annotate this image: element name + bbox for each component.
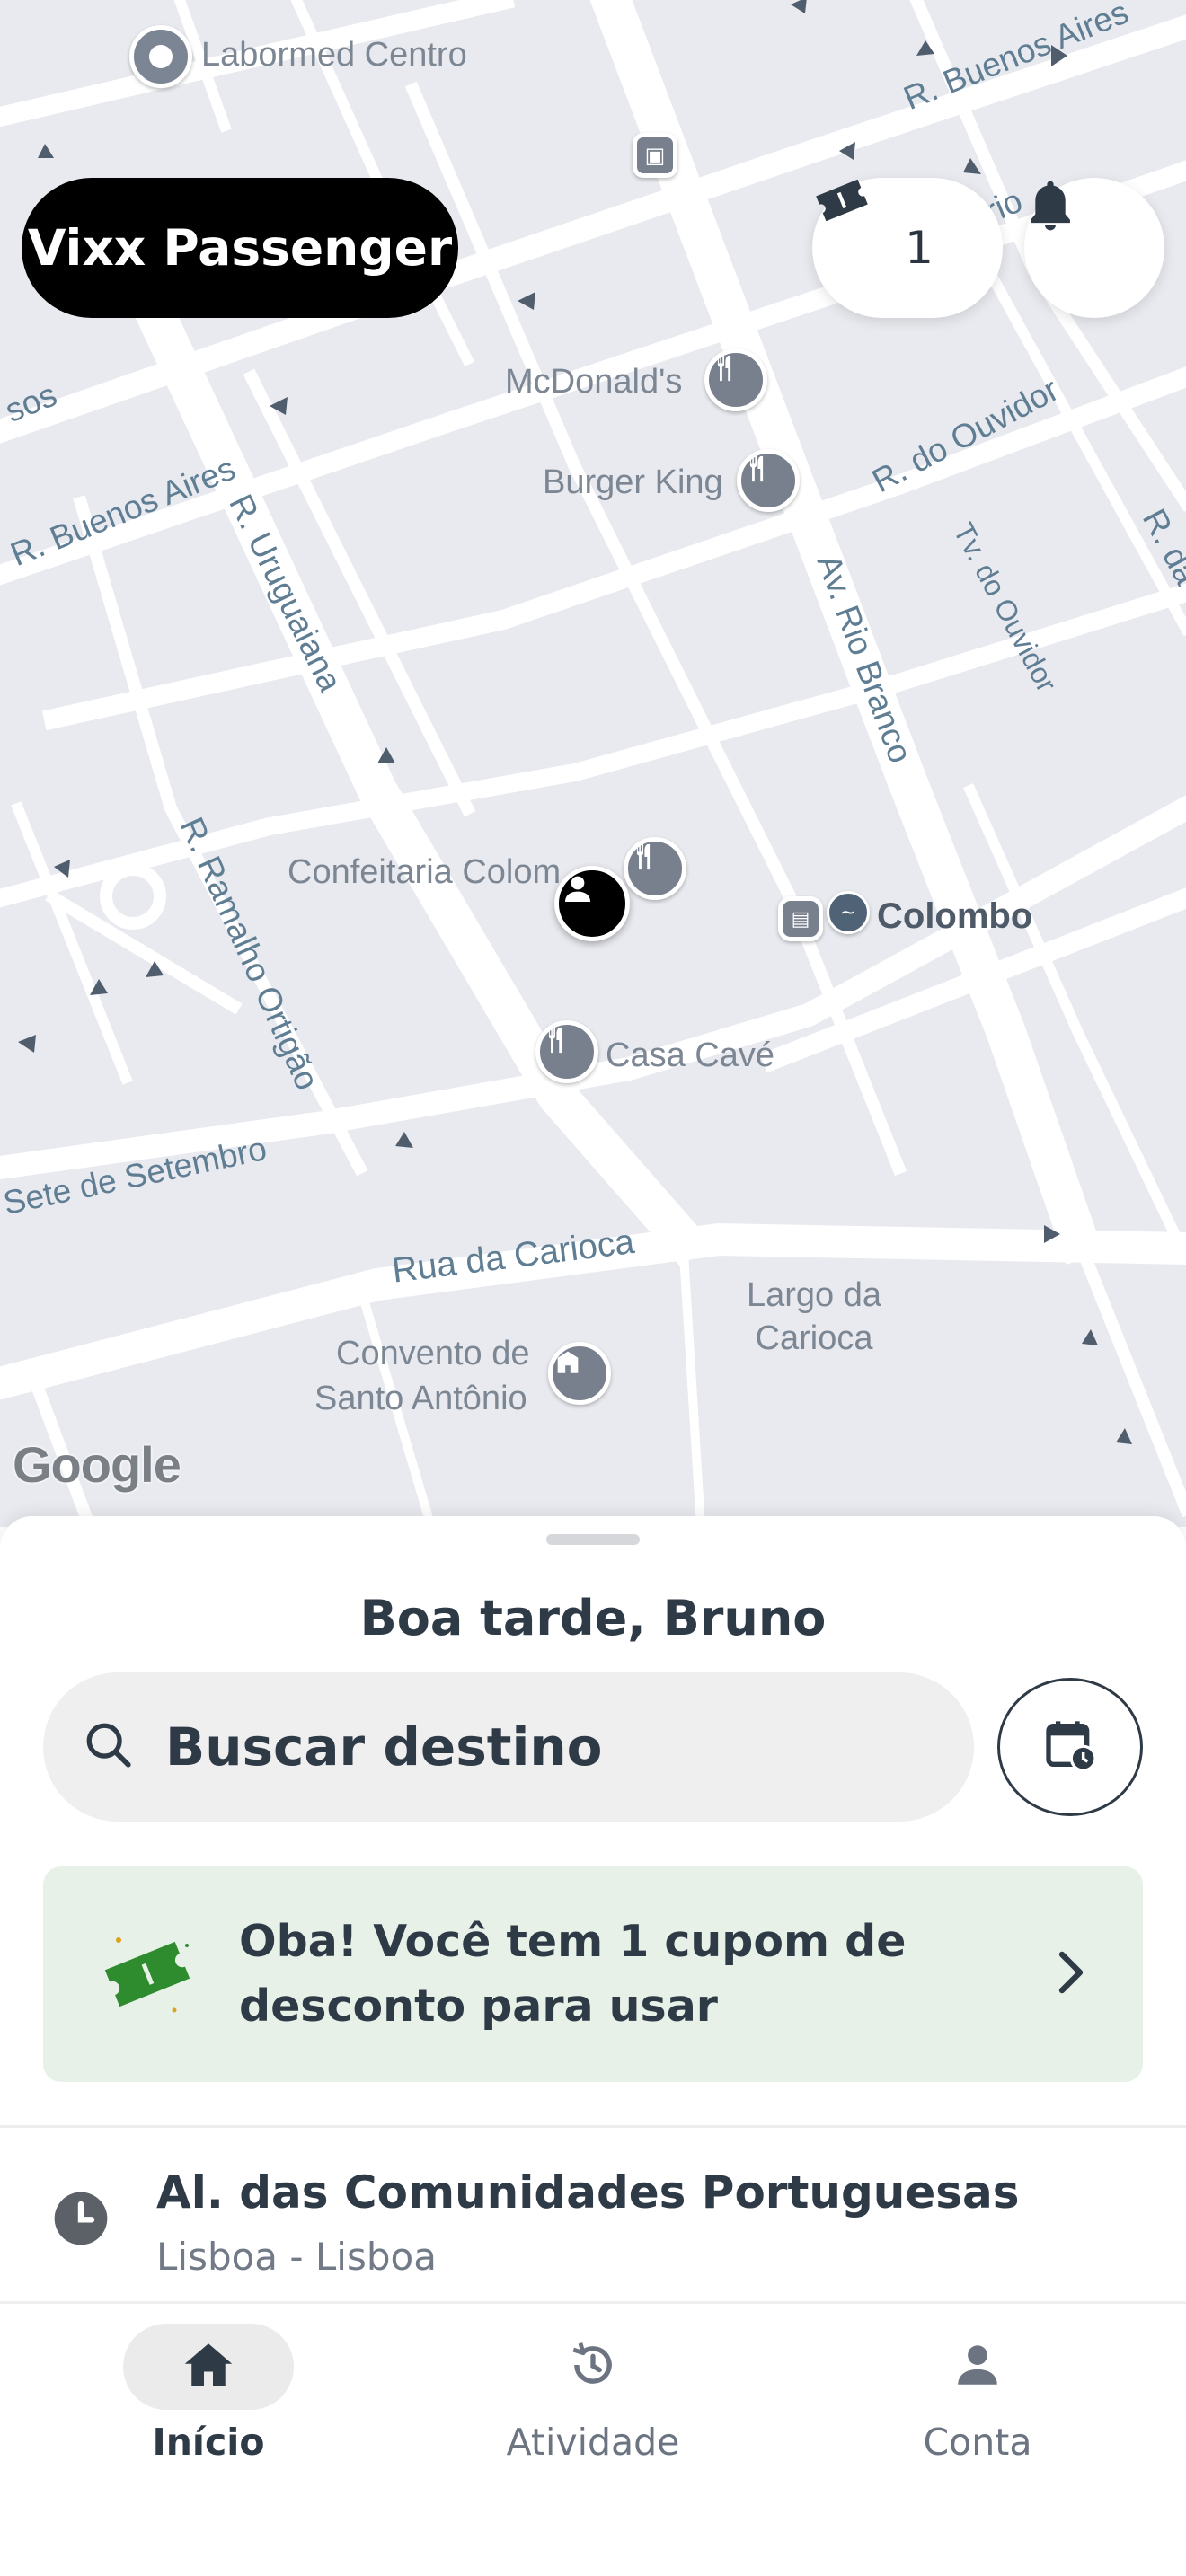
coupon-count-button[interactable]: 1	[812, 178, 1003, 318]
person-icon	[951, 2339, 1004, 2395]
coupon-banner[interactable]: Oba! Você tem 1 cupom de desconto para u…	[43, 1866, 1143, 2082]
divider	[0, 2125, 1186, 2128]
nav-tab-conta[interactable]: Conta	[843, 2324, 1112, 2464]
poi-label: Largo da Carioca	[746, 1276, 881, 1357]
nav-label: Conta	[923, 2421, 1032, 2464]
poi-label[interactable]: Confeitaria Colom	[288, 853, 561, 892]
poi-label[interactable]: McDonald's	[505, 363, 682, 401]
bus-stop-icon[interactable]: ▣	[633, 133, 677, 178]
bottom-navigation: Início Atividade Conta	[0, 2301, 1186, 2576]
poi-label[interactable]: Labormed Centro	[201, 36, 467, 75]
schedule-ride-button[interactable]	[997, 1678, 1143, 1816]
nav-tab-atividade[interactable]: Atividade	[458, 2324, 728, 2464]
poi-label[interactable]: Colombo	[877, 896, 1032, 937]
recent-destination-subtitle: Lisboa - Lisboa	[156, 2235, 437, 2279]
sheet-drag-handle[interactable]	[546, 1534, 640, 1545]
metro-icon[interactable]: ~	[827, 891, 870, 934]
nav-label: Atividade	[506, 2421, 680, 2464]
recent-destination-title: Al. das Comunidades Portuguesas	[156, 2166, 1020, 2219]
notifications-button[interactable]	[1024, 178, 1164, 318]
nav-tab-inicio[interactable]: Início	[74, 2324, 343, 2464]
clock-icon	[52, 2190, 110, 2251]
poi-label[interactable]: Burger King	[543, 463, 723, 502]
home-icon	[181, 2340, 235, 2394]
nav-label: Início	[152, 2421, 265, 2464]
search-destination-field[interactable]: Buscar destino	[43, 1672, 974, 1822]
nav-icon-container	[508, 2324, 678, 2410]
tram-icon[interactable]: ▤	[778, 896, 823, 941]
user-location-marker	[554, 866, 630, 941]
poi-label[interactable]: Convento de	[336, 1335, 530, 1373]
poi-label[interactable]: Santo Antônio	[314, 1380, 527, 1418]
nav-icon-container	[892, 2324, 1063, 2410]
poi-label[interactable]: Casa Cavé	[606, 1037, 774, 1075]
history-icon	[567, 2339, 619, 2395]
restaurant-icon[interactable]	[624, 837, 686, 900]
ticket-icon	[101, 1928, 194, 2021]
restaurant-icon[interactable]	[704, 348, 767, 411]
google-logo: Google	[13, 1436, 181, 1493]
landmark-icon[interactable]	[548, 1342, 611, 1405]
chevron-right-icon	[1053, 1947, 1089, 2001]
app-name-badge: Vixx Passenger	[22, 178, 458, 318]
coupon-banner-text: Oba! Você tem 1 cupom de desconto para u…	[239, 1916, 907, 2032]
map-view[interactable]: R. Buenos Aires rio sos R. Buenos Aires …	[0, 0, 1186, 1527]
coupon-count: 1	[905, 222, 934, 274]
restaurant-icon[interactable]	[737, 449, 800, 512]
calendar-clock-icon	[1041, 1716, 1099, 1778]
location-pin-icon[interactable]	[129, 25, 192, 88]
search-icon	[83, 1719, 135, 1775]
restaurant-icon[interactable]	[535, 1020, 598, 1083]
greeting-title: Boa tarde, Bruno	[359, 1590, 827, 1646]
search-placeholder: Buscar destino	[165, 1716, 603, 1778]
recent-destination-item[interactable]: Al. das Comunidades Portuguesas Lisboa -…	[0, 2129, 1186, 2299]
nav-icon-container	[123, 2324, 294, 2410]
